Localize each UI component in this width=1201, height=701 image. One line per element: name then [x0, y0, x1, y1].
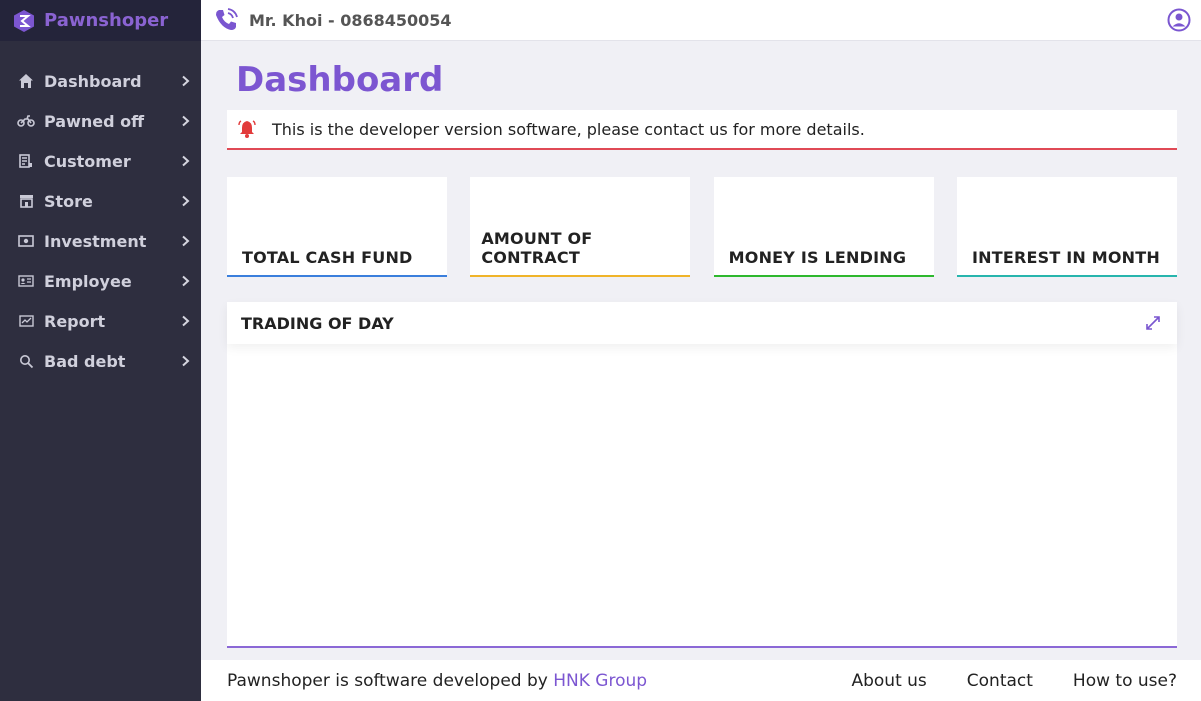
store-icon	[17, 192, 35, 210]
brand[interactable]: Pawnshoper	[0, 0, 201, 41]
sidebar-item-label: Employee	[44, 271, 132, 291]
footer-credit: Pawnshoper is software developed by HNK …	[227, 671, 647, 691]
sidebar-item-label: Pawned off	[44, 111, 145, 131]
main-content: Dashboard This is the developer version …	[227, 41, 1177, 648]
user-avatar-icon[interactable]	[1167, 8, 1191, 32]
notice-text: This is the developer version software, …	[272, 119, 865, 139]
chevron-right-icon	[182, 75, 190, 87]
card-label: INTEREST IN MONTH	[971, 248, 1160, 267]
sidebar-item-dashboard[interactable]: Dashboard	[0, 61, 201, 101]
phone-icon[interactable]	[213, 7, 239, 33]
investment-icon	[17, 232, 35, 250]
panel-header: TRADING OF DAY	[227, 302, 1177, 344]
contact-link[interactable]: Contact	[967, 671, 1033, 691]
chevron-right-icon	[182, 235, 190, 247]
expand-icon[interactable]	[1144, 314, 1162, 332]
sidebar-item-label: Store	[44, 191, 93, 211]
card-money-is-lending[interactable]: MONEY IS LENDING	[713, 177, 934, 277]
footer: Pawnshoper is software developed by HNK …	[201, 660, 1201, 701]
card-interest-in-month[interactable]: INTEREST IN MONTH	[956, 177, 1177, 277]
bell-icon	[238, 120, 256, 138]
sidebar-item-label: Report	[44, 311, 106, 331]
brand-name: Pawnshoper	[44, 10, 169, 31]
sidebar-menu: Dashboard Pawned off Customer Store Inve…	[0, 61, 201, 381]
chevron-right-icon	[182, 275, 190, 287]
footer-links: About us Contact How to use?	[811, 660, 1177, 701]
chevron-right-icon	[182, 355, 190, 367]
sidebar-item-customer[interactable]: Customer	[0, 141, 201, 181]
developer-notice: This is the developer version software, …	[227, 110, 1177, 150]
card-label: TOTAL CASH FUND	[242, 248, 413, 267]
search-icon	[17, 352, 35, 370]
card-total-cash-fund[interactable]: TOTAL CASH FUND	[227, 177, 447, 277]
card-label: AMOUNT OF CONTRACT	[481, 229, 593, 267]
topbar: Mr. Khoi - 0868450054	[201, 0, 1201, 41]
page-title: Dashboard	[236, 60, 444, 100]
sidebar-item-investment[interactable]: Investment	[0, 221, 201, 261]
footer-text: Pawnshoper is software developed by	[227, 670, 554, 691]
sidebar-item-label: Dashboard	[44, 71, 142, 91]
hnk-group-link[interactable]: HNK Group	[553, 671, 647, 691]
motorbike-icon	[17, 112, 35, 130]
chevron-right-icon	[182, 315, 190, 327]
sidebar-item-bad-debt[interactable]: Bad debt	[0, 341, 201, 381]
sidebar-item-pawned-off[interactable]: Pawned off	[0, 101, 201, 141]
home-icon	[17, 72, 35, 90]
user-info: Mr. Khoi - 0868450054	[249, 10, 452, 30]
trading-of-day-panel: TRADING OF DAY	[227, 302, 1177, 648]
logo-icon	[14, 9, 34, 32]
sidebar-item-label: Customer	[44, 151, 131, 171]
sidebar-item-employee[interactable]: Employee	[0, 261, 201, 301]
sidebar-item-store[interactable]: Store	[0, 181, 201, 221]
card-amount-of-contract[interactable]: AMOUNT OF CONTRACT	[470, 177, 691, 277]
sidebar-item-report[interactable]: Report	[0, 301, 201, 341]
chevron-right-icon	[182, 155, 190, 167]
sidebar-item-label: Bad debt	[44, 351, 126, 371]
sidebar: Pawnshoper Dashboard Pawned off Customer	[0, 0, 201, 701]
panel-title: TRADING OF DAY	[241, 313, 394, 333]
sidebar-item-label: Investment	[44, 231, 147, 251]
about-us-link[interactable]: About us	[851, 671, 926, 691]
stat-cards: TOTAL CASH FUND AMOUNT OF CONTRACT MONEY…	[227, 177, 1177, 277]
chevron-right-icon	[182, 115, 190, 127]
customer-icon	[17, 152, 35, 170]
how-to-use-link[interactable]: How to use?	[1073, 671, 1177, 691]
employee-icon	[17, 272, 35, 290]
chevron-right-icon	[182, 195, 190, 207]
card-label: MONEY IS LENDING	[728, 248, 907, 267]
report-icon	[17, 312, 35, 330]
